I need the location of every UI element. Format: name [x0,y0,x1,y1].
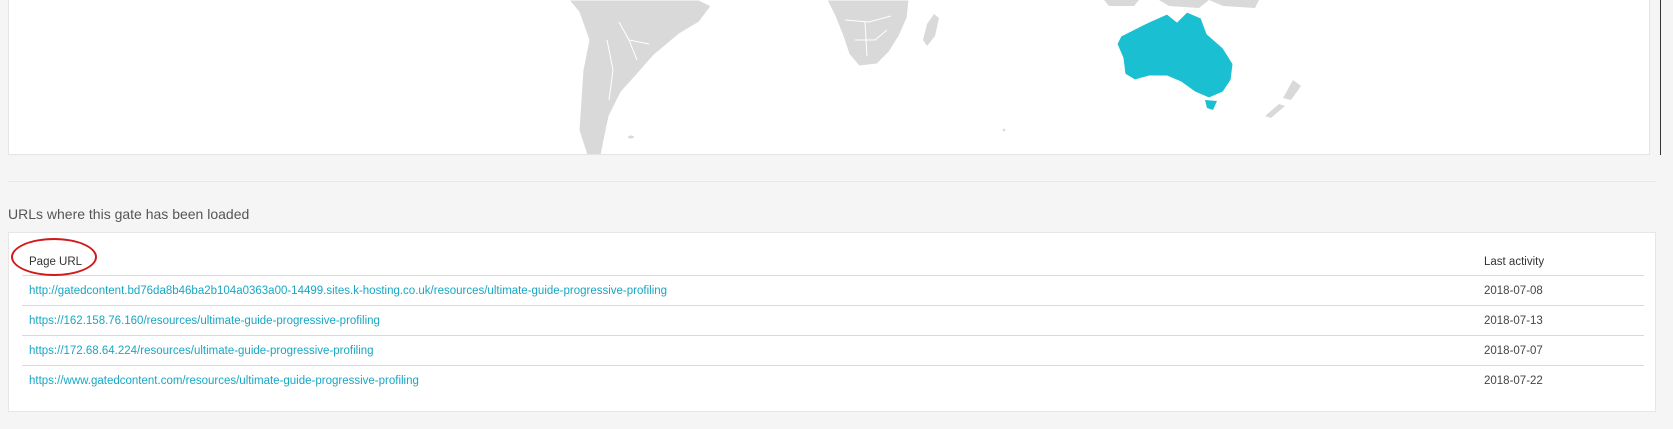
page-url-link[interactable]: https://www.gatedcontent.com/resources/u… [29,375,419,387]
world-map-card [8,0,1650,155]
map-tasmania [1205,100,1217,110]
map-scrollbar[interactable] [1660,0,1661,155]
last-activity-cell: 2018-07-08 [1477,275,1644,306]
map-madagascar [923,14,939,46]
page-url-link[interactable]: https://172.68.64.224/resources/ultimate… [29,345,374,357]
last-activity-cell: 2018-07-13 [1477,305,1644,336]
map-new-zealand [1265,80,1301,118]
urls-table: Page URL Last activity http://gatedconte… [22,249,1644,395]
map-indonesia [1104,0,1209,8]
table-row: https://162.158.76.160/resources/ultimat… [22,305,1644,336]
table-header-row: Page URL Last activity [22,249,1644,276]
column-header-page-url[interactable]: Page URL [22,249,1477,276]
map-south-america [568,0,712,154]
url-cell: http://gatedcontent.bd76da8b46ba2b104a03… [22,275,1477,306]
table-row: http://gatedcontent.bd76da8b46ba2b104a03… [22,275,1644,306]
section-title: URLs where this gate has been loaded [8,206,250,222]
world-map [568,0,1301,154]
urls-table-card: Page URL Last activity http://gatedconte… [8,232,1656,412]
map-new-guinea [1209,0,1259,8]
page-url-link[interactable]: http://gatedcontent.bd76da8b46ba2b104a03… [29,285,667,297]
map-island [1002,128,1006,132]
url-cell: https://www.gatedcontent.com/resources/u… [22,366,1477,396]
table-row: https://www.gatedcontent.com/resources/u… [22,366,1644,396]
map-southern-africa [826,0,910,67]
page-url-link[interactable]: https://162.158.76.160/resources/ultimat… [29,315,380,327]
map-falklands [628,135,634,139]
table-row: https://172.68.64.224/resources/ultimate… [22,335,1644,366]
last-activity-cell: 2018-07-07 [1477,335,1644,366]
url-cell: https://162.158.76.160/resources/ultimat… [22,305,1477,336]
section-divider [8,181,1656,182]
column-header-last-activity[interactable]: Last activity [1477,249,1644,276]
url-cell: https://172.68.64.224/resources/ultimate… [22,335,1477,366]
map-australia [1116,11,1234,99]
last-activity-cell: 2018-07-22 [1484,374,1543,387]
